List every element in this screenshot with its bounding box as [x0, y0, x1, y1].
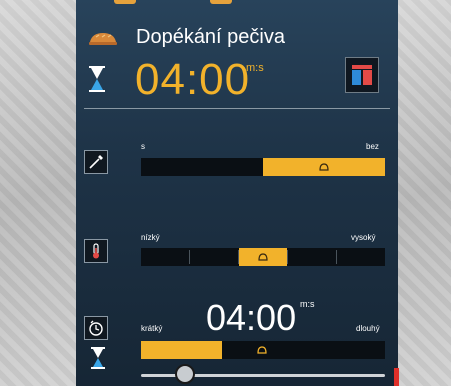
bread-icon [319, 163, 329, 171]
mode-toggle-button[interactable] [345, 57, 379, 93]
duration-label-min: krátký [141, 324, 163, 333]
background-left [0, 0, 76, 386]
program-title: Dopékání pečiva [136, 26, 285, 48]
duration-label-max: dlouhý [356, 324, 380, 333]
temperature-button[interactable] [84, 239, 108, 263]
duration-fill [141, 341, 222, 359]
hourglass-icon [91, 347, 105, 369]
browning-button[interactable] [84, 150, 108, 174]
bread-icon [89, 33, 117, 45]
top-tab-left[interactable] [114, 0, 136, 4]
remaining-time: 04:00 [135, 55, 251, 104]
probe-icon [89, 155, 103, 169]
duration-selector[interactable] [141, 341, 385, 359]
oven-control-panel: Dopékání pečiva 04:00 m:s s bez nízký vy… [76, 0, 398, 386]
duration-time-unit: m:s [300, 299, 315, 309]
browning-slider[interactable] [141, 158, 385, 176]
background-right [398, 0, 451, 386]
thermometer-icon [93, 243, 99, 259]
bread-icon [258, 253, 268, 261]
program-header: Dopékání pečiva [76, 24, 398, 54]
clock-icon [89, 320, 103, 336]
duration-time: 04:00 [206, 297, 297, 338]
top-tab-right[interactable] [210, 0, 232, 4]
time-unit: m:s [246, 62, 264, 74]
segment-divider [336, 250, 337, 264]
browning-label-max: bez [366, 142, 379, 151]
browning-label-min: s [141, 142, 145, 151]
temperature-label-min: nízký [141, 233, 160, 242]
segment-divider [189, 250, 190, 264]
duration-button[interactable] [84, 316, 108, 340]
red-indicator [394, 368, 399, 386]
bread-icon [257, 346, 267, 354]
duration-slider-handle[interactable] [175, 364, 195, 384]
temperature-label-max: vysoký [351, 233, 376, 242]
mode-toggle-icon [352, 65, 372, 85]
temperature-selector[interactable] [141, 248, 385, 266]
hourglass-icon [89, 66, 105, 92]
segment-divider [287, 250, 288, 264]
header-divider [84, 108, 390, 109]
